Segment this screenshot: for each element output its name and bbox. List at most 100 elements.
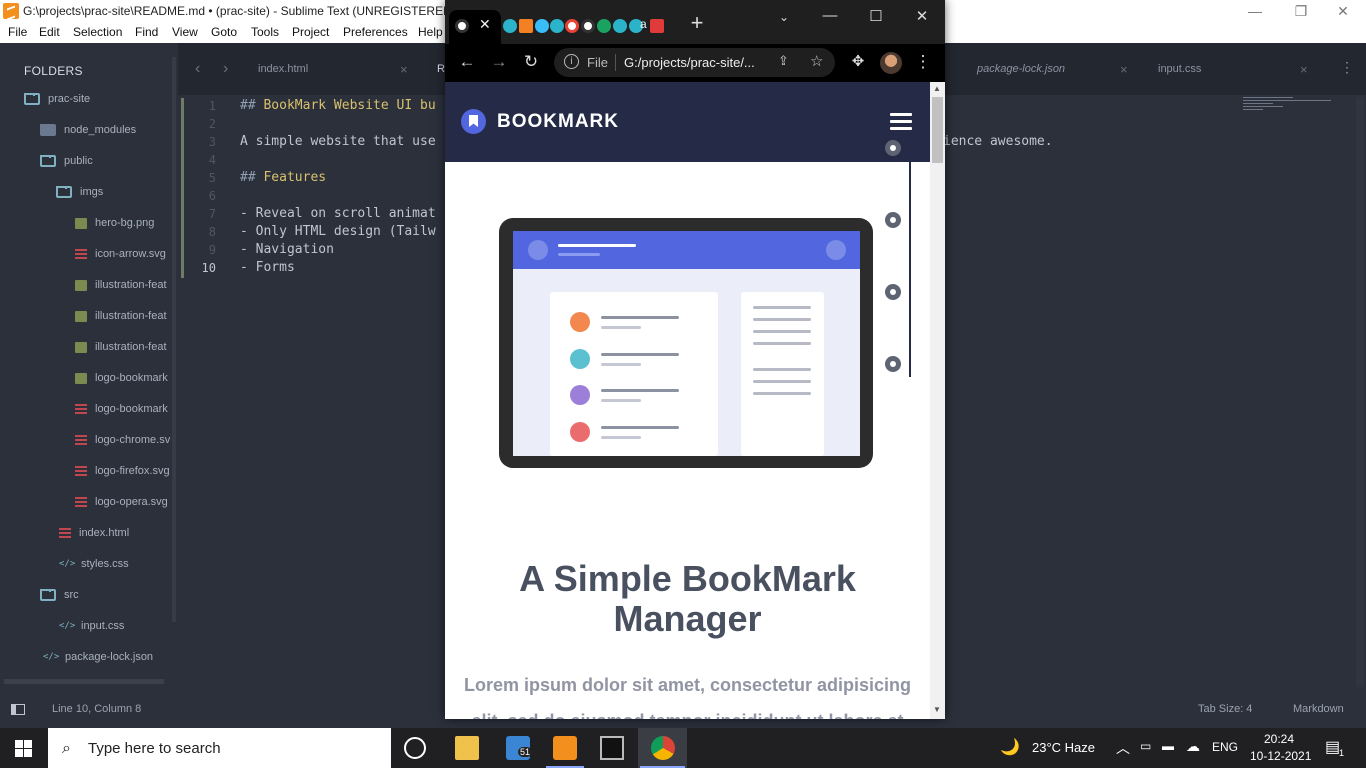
stackoverflow-icon[interactable] xyxy=(519,19,533,33)
tree-item-file[interactable]: logo-bookmark xyxy=(75,403,173,421)
tree-item-file[interactable]: hero-bg.png xyxy=(75,217,173,235)
tree-item-file[interactable]: logo-bookmark xyxy=(75,372,173,390)
scroll-down-arrow-icon[interactable]: ▼ xyxy=(933,705,941,714)
panel-toggle-icon[interactable] xyxy=(11,704,25,715)
tab-close-icon[interactable]: × xyxy=(1120,62,1128,77)
scroll-up-arrow-icon[interactable]: ▲ xyxy=(933,84,941,93)
weather-text[interactable]: 23°C Haze xyxy=(1032,740,1095,755)
menu-view[interactable]: View xyxy=(172,25,198,39)
onedrive-cloud-icon[interactable]: ☁ xyxy=(1186,738,1200,755)
tab-close-icon[interactable]: × xyxy=(400,62,408,77)
chrome-menu-icon[interactable]: ⋮ xyxy=(912,52,934,72)
tailwind-icon[interactable] xyxy=(535,19,549,33)
google-icon[interactable] xyxy=(565,19,579,33)
menu-help[interactable]: Help xyxy=(418,25,443,39)
clock-date[interactable]: 10-12-2021 xyxy=(1250,749,1311,763)
brand-name[interactable]: BOOKMARK xyxy=(497,111,619,133)
menu-goto[interactable]: Goto xyxy=(211,25,237,39)
notifications-icon[interactable]: ▤ xyxy=(1325,737,1340,757)
section-dot-nav[interactable] xyxy=(885,356,901,372)
battery-icon[interactable]: ▬ xyxy=(1162,739,1174,753)
back-arrow-icon[interactable]: ← xyxy=(456,52,478,72)
menu-selection[interactable]: Selection xyxy=(73,25,122,39)
browser-tab-active[interactable]: ✕ xyxy=(449,10,501,44)
sidebar-scrollbar[interactable] xyxy=(172,57,176,622)
device-icon[interactable]: ▭ xyxy=(1140,739,1151,753)
tree-item-file[interactable]: icon-arrow.svg xyxy=(75,248,173,266)
tab-search-chevron-icon[interactable]: ⌄ xyxy=(769,10,799,24)
tree-item-file[interactable]: illustration-feat xyxy=(75,279,173,297)
sidebar-horizontal-scrollbar[interactable] xyxy=(4,679,164,684)
address-bar[interactable]: i File G:/projects/prac-site/... ⇪ ☆ xyxy=(554,48,835,77)
tab-size-indicator[interactable]: Tab Size: 4 xyxy=(1198,703,1252,715)
tab-close-icon[interactable]: × xyxy=(1300,62,1308,77)
tree-item-imgs[interactable]: imgs xyxy=(56,186,103,204)
tab-package-lock[interactable]: package-lock.json xyxy=(977,63,1065,75)
editor-scrollbar[interactable] xyxy=(1356,97,1364,687)
minimize-button[interactable]: — xyxy=(815,7,845,24)
tree-item-src[interactable]: src xyxy=(40,589,79,607)
hamburger-menu-icon[interactable] xyxy=(890,113,912,131)
scrollbar-thumb[interactable] xyxy=(932,97,943,163)
maximize-button[interactable]: ☐ xyxy=(861,7,891,25)
tree-item-file[interactable]: logo-opera.svg xyxy=(75,496,173,514)
chrome-taskbar-icon[interactable] xyxy=(651,736,675,760)
close-button[interactable]: ✕ xyxy=(1320,0,1366,22)
app-icon[interactable]: 51 xyxy=(506,736,533,760)
menu-tools[interactable]: Tools xyxy=(251,25,279,39)
windows-start-button[interactable] xyxy=(15,740,32,757)
section-dot-nav[interactable] xyxy=(885,284,901,300)
share-icon[interactable]: ⇪ xyxy=(778,53,789,69)
syntax-indicator[interactable]: Markdown xyxy=(1293,703,1344,715)
site-info-icon[interactable]: i xyxy=(564,54,579,69)
tab-back-arrow-icon[interactable]: ‹ xyxy=(195,60,200,78)
tab-close-icon[interactable]: ✕ xyxy=(479,16,491,33)
tab-input-css[interactable]: input.css xyxy=(1158,63,1201,75)
tailwind-icon[interactable] xyxy=(503,19,517,33)
tree-item-file[interactable]: </> styles.css xyxy=(59,558,129,576)
tab-readme[interactable]: R xyxy=(437,63,445,75)
nature-site-icon[interactable] xyxy=(597,19,611,33)
tree-item-file[interactable]: logo-chrome.sv xyxy=(75,434,173,452)
menu-file[interactable]: File xyxy=(8,25,27,39)
tree-item-node-modules[interactable]: node_modules xyxy=(40,124,136,142)
tab-forward-arrow-icon[interactable]: › xyxy=(223,60,228,78)
tray-overflow-chevron-icon[interactable]: ︿ xyxy=(1116,738,1130,758)
menu-edit[interactable]: Edit xyxy=(39,25,60,39)
bookmark-star-icon[interactable]: ☆ xyxy=(810,52,823,70)
restore-button[interactable]: ❐ xyxy=(1278,0,1324,22)
code-site-icon[interactable] xyxy=(650,19,664,33)
new-tab-button[interactable]: + xyxy=(682,10,712,36)
tab-overflow-menu-icon[interactable]: ⋮ xyxy=(1340,59,1354,76)
amazon-icon[interactable]: a xyxy=(640,17,647,31)
tree-item-file[interactable]: </> input.css xyxy=(59,620,124,638)
tree-item-file[interactable]: index.html xyxy=(59,527,129,545)
menu-project[interactable]: Project xyxy=(292,25,329,39)
tree-item-file[interactable]: </> package-lock.json xyxy=(43,651,153,669)
tree-item-file[interactable]: illustration-feat xyxy=(75,310,173,328)
tailwind-icon[interactable] xyxy=(550,19,564,33)
weather-moon-icon[interactable]: 🌙 xyxy=(1000,737,1020,757)
close-button[interactable]: ✕ xyxy=(907,7,937,25)
forward-arrow-icon[interactable]: → xyxy=(488,52,510,72)
profile-avatar[interactable] xyxy=(880,52,902,74)
minimap[interactable] xyxy=(1243,97,1333,119)
sublime-taskbar-icon[interactable] xyxy=(553,736,577,760)
tree-item-public[interactable]: public xyxy=(40,155,93,173)
menu-find[interactable]: Find xyxy=(135,25,158,39)
language-indicator[interactable]: ENG xyxy=(1212,740,1238,754)
tailwind-icon[interactable] xyxy=(613,19,627,33)
tree-item-file[interactable]: illustration-feat xyxy=(75,341,173,359)
cortana-icon[interactable] xyxy=(404,737,426,759)
extensions-puzzle-icon[interactable]: ✥ xyxy=(847,52,869,70)
tab-index-html[interactable]: index.html xyxy=(258,63,308,75)
reload-icon[interactable]: ↻ xyxy=(520,52,542,72)
section-dot-nav[interactable] xyxy=(885,140,901,156)
tree-item-file[interactable]: logo-firefox.svg xyxy=(75,465,173,483)
file-explorer-icon[interactable] xyxy=(455,736,479,760)
section-dot-nav[interactable] xyxy=(885,212,901,228)
taskbar-search-box[interactable]: ⌕ Type here to search xyxy=(48,728,391,768)
clock-time[interactable]: 20:24 xyxy=(1264,732,1294,746)
tree-item-prac-site[interactable]: prac-site xyxy=(24,93,90,111)
page-scrollbar[interactable]: ▲ ▼ xyxy=(930,82,945,719)
